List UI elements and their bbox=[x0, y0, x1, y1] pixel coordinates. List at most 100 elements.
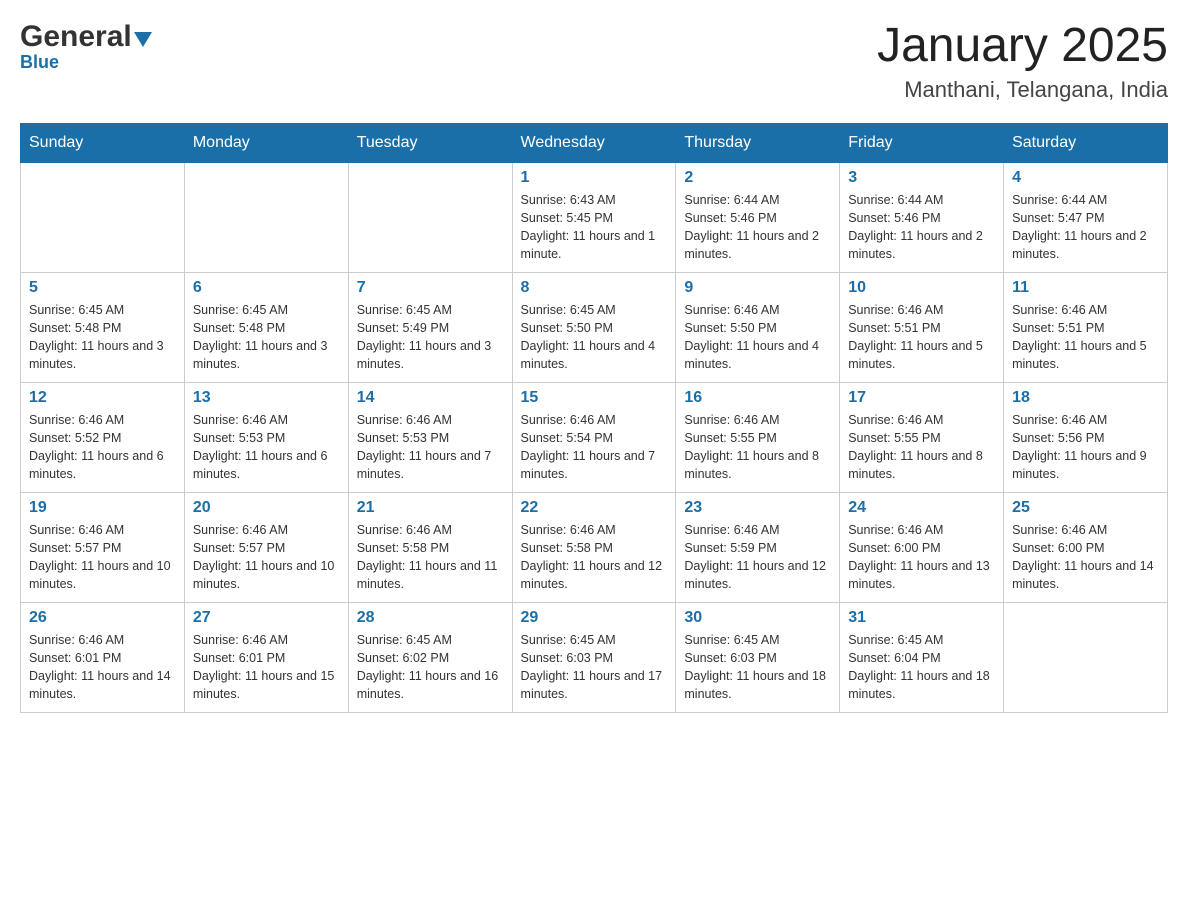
calendar-cell: 7Sunrise: 6:45 AM Sunset: 5:49 PM Daylig… bbox=[348, 272, 512, 382]
calendar-cell bbox=[1004, 602, 1168, 712]
calendar-cell: 17Sunrise: 6:46 AM Sunset: 5:55 PM Dayli… bbox=[840, 382, 1004, 492]
week-row-2: 5 Sunrise: 6:45 AM Sunset: 5:48 PM Daylig… bbox=[21, 272, 1168, 382]
day-info: Sunrise: 6:46 AM Sunset: 5:52 PM Dayligh… bbox=[29, 411, 176, 484]
logo: General bbox=[20, 20, 152, 54]
calendar-cell: 5Sunrise: 6:45 AM Sunset: 5:48 PM Daylig… bbox=[21, 272, 185, 382]
day-number: 14 bbox=[357, 389, 504, 407]
calendar-cell bbox=[184, 162, 348, 272]
day-info: Sunrise: 6:46 AM Sunset: 5:55 PM Dayligh… bbox=[684, 411, 831, 484]
logo-general-text: General bbox=[20, 20, 132, 54]
days-header-row: SundayMondayTuesdayWednesdayThursdayFrid… bbox=[21, 123, 1168, 162]
day-info: Sunrise: 6:46 AM Sunset: 5:55 PM Dayligh… bbox=[848, 411, 995, 484]
day-number: 4 bbox=[1012, 169, 1159, 187]
day-info: Sunrise: 6:46 AM Sunset: 5:53 PM Dayligh… bbox=[357, 411, 504, 484]
calendar-cell: 28 Sunrise: 6:45 AM Sunset: 6:02 PM Dayli… bbox=[348, 602, 512, 712]
day-info: Sunrise: 6:46 AM Sunset: 5:59 PM Dayligh… bbox=[684, 521, 831, 594]
day-number: 11 bbox=[1012, 279, 1159, 297]
calendar-cell: 15 Sunrise: 6:46 AM Sunset: 5:54 PM Dayli… bbox=[512, 382, 676, 492]
day-info: Sunrise: 6:46 AM Sunset: 5:51 PM Dayligh… bbox=[1012, 301, 1159, 374]
calendar-cell: 21 Sunrise: 6:46 AM Sunset: 5:58 PM Dayli… bbox=[348, 492, 512, 602]
day-info: Sunrise: 6:46 AM Sunset: 5:58 PM Dayligh… bbox=[521, 521, 668, 594]
day-number: 20 bbox=[193, 499, 340, 517]
day-info: Sunrise: 6:45 AM Sunset: 6:03 PM Dayligh… bbox=[521, 631, 668, 704]
calendar-cell: 13 Sunrise: 6:46 AM Sunset: 5:53 PM Dayli… bbox=[184, 382, 348, 492]
day-number: 2 bbox=[684, 169, 831, 187]
day-number: 27 bbox=[193, 609, 340, 627]
calendar-cell: 10 Sunrise: 6:46 AM Sunset: 5:51 PM Dayli… bbox=[840, 272, 1004, 382]
day-number: 26 bbox=[29, 609, 176, 627]
calendar-cell: 8 Sunrise: 6:45 AM Sunset: 5:50 PM Daylig… bbox=[512, 272, 676, 382]
day-info: Sunrise: 6:43 AM Sunset: 5:45 PM Dayligh… bbox=[521, 191, 668, 264]
calendar-subtitle: Manthani, Telangana, India bbox=[877, 77, 1168, 103]
day-number: 13 bbox=[193, 389, 340, 407]
day-number: 18 bbox=[1012, 389, 1159, 407]
day-info: Sunrise: 6:46 AM Sunset: 5:50 PM Dayligh… bbox=[684, 301, 831, 374]
logo-blue-text: Blue bbox=[20, 52, 59, 73]
day-info: Sunrise: 6:46 AM Sunset: 5:54 PM Dayligh… bbox=[521, 411, 668, 484]
title-area: January 2025 Manthani, Telangana, India bbox=[877, 20, 1168, 103]
day-info: Sunrise: 6:46 AM Sunset: 6:00 PM Dayligh… bbox=[848, 521, 995, 594]
day-number: 24 bbox=[848, 499, 995, 517]
calendar-cell bbox=[348, 162, 512, 272]
day-number: 29 bbox=[521, 609, 668, 627]
day-info: Sunrise: 6:45 AM Sunset: 5:48 PM Dayligh… bbox=[193, 301, 340, 374]
day-info: Sunrise: 6:46 AM Sunset: 6:01 PM Dayligh… bbox=[29, 631, 176, 704]
calendar-cell: 11 Sunrise: 6:46 AM Sunset: 5:51 PM Dayli… bbox=[1004, 272, 1168, 382]
day-header-friday: Friday bbox=[840, 123, 1004, 162]
calendar-cell: 29 Sunrise: 6:45 AM Sunset: 6:03 PM Dayli… bbox=[512, 602, 676, 712]
week-row-1: 1Sunrise: 6:43 AM Sunset: 5:45 PM Daylig… bbox=[21, 162, 1168, 272]
calendar-cell: 1Sunrise: 6:43 AM Sunset: 5:45 PM Daylig… bbox=[512, 162, 676, 272]
day-header-thursday: Thursday bbox=[676, 123, 840, 162]
calendar-title: January 2025 bbox=[877, 20, 1168, 73]
calendar-cell: 27 Sunrise: 6:46 AM Sunset: 6:01 PM Dayli… bbox=[184, 602, 348, 712]
calendar-cell: 23 Sunrise: 6:46 AM Sunset: 5:59 PM Dayli… bbox=[676, 492, 840, 602]
day-info: Sunrise: 6:44 AM Sunset: 5:46 PM Dayligh… bbox=[848, 191, 995, 264]
calendar-cell: 12Sunrise: 6:46 AM Sunset: 5:52 PM Dayli… bbox=[21, 382, 185, 492]
day-header-monday: Monday bbox=[184, 123, 348, 162]
day-info: Sunrise: 6:46 AM Sunset: 5:53 PM Dayligh… bbox=[193, 411, 340, 484]
day-number: 9 bbox=[684, 279, 831, 297]
logo-arrow-icon bbox=[134, 32, 152, 47]
calendar-cell: 4 Sunrise: 6:44 AM Sunset: 5:47 PM Daylig… bbox=[1004, 162, 1168, 272]
day-number: 19 bbox=[29, 499, 176, 517]
day-header-wednesday: Wednesday bbox=[512, 123, 676, 162]
day-info: Sunrise: 6:45 AM Sunset: 5:50 PM Dayligh… bbox=[521, 301, 668, 374]
day-info: Sunrise: 6:46 AM Sunset: 5:51 PM Dayligh… bbox=[848, 301, 995, 374]
calendar-cell: 16 Sunrise: 6:46 AM Sunset: 5:55 PM Dayli… bbox=[676, 382, 840, 492]
day-info: Sunrise: 6:44 AM Sunset: 5:47 PM Dayligh… bbox=[1012, 191, 1159, 264]
day-number: 25 bbox=[1012, 499, 1159, 517]
day-number: 15 bbox=[521, 389, 668, 407]
header: General Blue January 2025 Manthani, Tela… bbox=[20, 20, 1168, 103]
day-header-saturday: Saturday bbox=[1004, 123, 1168, 162]
calendar-cell: 19Sunrise: 6:46 AM Sunset: 5:57 PM Dayli… bbox=[21, 492, 185, 602]
calendar-cell: 25Sunrise: 6:46 AM Sunset: 6:00 PM Dayli… bbox=[1004, 492, 1168, 602]
day-info: Sunrise: 6:46 AM Sunset: 5:56 PM Dayligh… bbox=[1012, 411, 1159, 484]
day-header-tuesday: Tuesday bbox=[348, 123, 512, 162]
day-number: 23 bbox=[684, 499, 831, 517]
logo-area: General Blue bbox=[20, 20, 152, 73]
calendar-cell: 20 Sunrise: 6:46 AM Sunset: 5:57 PM Dayli… bbox=[184, 492, 348, 602]
calendar-cell: 22 Sunrise: 6:46 AM Sunset: 5:58 PM Dayli… bbox=[512, 492, 676, 602]
day-number: 22 bbox=[521, 499, 668, 517]
calendar-cell: 9 Sunrise: 6:46 AM Sunset: 5:50 PM Daylig… bbox=[676, 272, 840, 382]
calendar-cell: 18 Sunrise: 6:46 AM Sunset: 5:56 PM Dayli… bbox=[1004, 382, 1168, 492]
day-number: 5 bbox=[29, 279, 176, 297]
day-info: Sunrise: 6:46 AM Sunset: 5:58 PM Dayligh… bbox=[357, 521, 504, 594]
day-number: 10 bbox=[848, 279, 995, 297]
day-info: Sunrise: 6:46 AM Sunset: 6:01 PM Dayligh… bbox=[193, 631, 340, 704]
day-number: 21 bbox=[357, 499, 504, 517]
week-row-5: 26 Sunrise: 6:46 AM Sunset: 6:01 PM Dayli… bbox=[21, 602, 1168, 712]
day-info: Sunrise: 6:46 AM Sunset: 5:57 PM Dayligh… bbox=[193, 521, 340, 594]
day-number: 6 bbox=[193, 279, 340, 297]
day-number: 28 bbox=[357, 609, 504, 627]
day-info: Sunrise: 6:45 AM Sunset: 6:04 PM Dayligh… bbox=[848, 631, 995, 704]
week-row-3: 12Sunrise: 6:46 AM Sunset: 5:52 PM Dayli… bbox=[21, 382, 1168, 492]
day-number: 16 bbox=[684, 389, 831, 407]
day-info: Sunrise: 6:45 AM Sunset: 6:02 PM Dayligh… bbox=[357, 631, 504, 704]
day-number: 8 bbox=[521, 279, 668, 297]
day-number: 3 bbox=[848, 169, 995, 187]
calendar-table: SundayMondayTuesdayWednesdayThursdayFrid… bbox=[20, 123, 1168, 713]
calendar-cell: 26 Sunrise: 6:46 AM Sunset: 6:01 PM Dayli… bbox=[21, 602, 185, 712]
day-number: 30 bbox=[684, 609, 831, 627]
day-number: 31 bbox=[848, 609, 995, 627]
